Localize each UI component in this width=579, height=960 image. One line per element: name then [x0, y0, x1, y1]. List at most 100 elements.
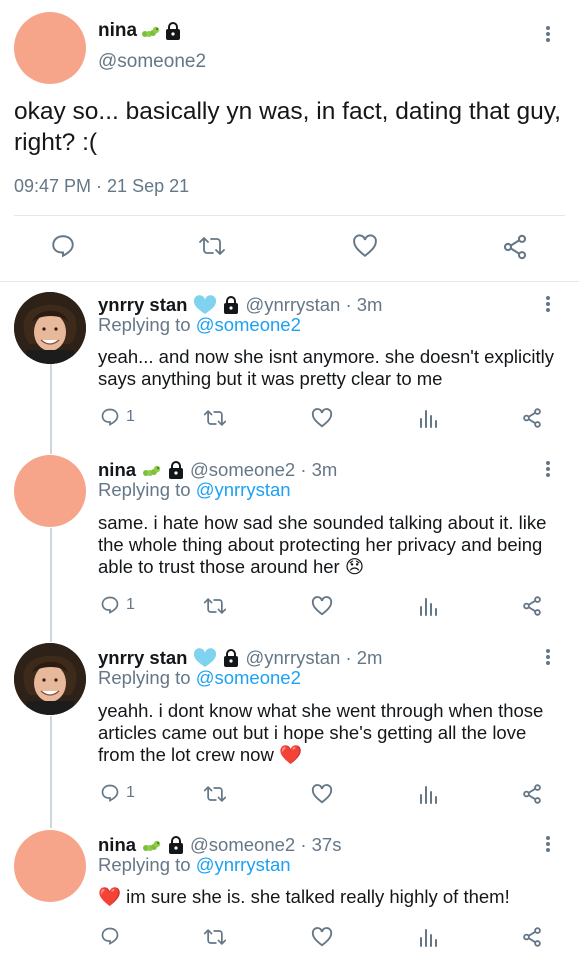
like-button[interactable] [311, 407, 333, 429]
like-button[interactable] [311, 595, 333, 617]
more-icon[interactable] [543, 459, 553, 481]
replying-to-link[interactable]: @someone2 [196, 314, 301, 335]
analytics-icon [420, 410, 437, 428]
avatar[interactable] [14, 292, 86, 364]
reply-button[interactable] [100, 926, 120, 946]
caterpillar-emoji [142, 26, 160, 37]
lock-icon [224, 649, 239, 667]
replying-to: Replying to @ynrrystan [98, 854, 291, 876]
reply-icon [101, 927, 119, 945]
retweet-icon [203, 410, 227, 426]
profile-photo [14, 292, 86, 364]
avatar[interactable] [14, 455, 86, 527]
share-icon [503, 234, 527, 260]
replying-to-link[interactable]: @someone2 [196, 667, 301, 688]
replying-to: Replying to @someone2 [98, 667, 301, 689]
reply-header: ynrry stan @ynrrystan · 3m [98, 294, 382, 316]
reply-header: nina @someone2 · 3m [98, 459, 337, 481]
retweet-icon [203, 598, 227, 614]
more-icon[interactable] [543, 24, 553, 46]
avatar[interactable] [14, 12, 86, 84]
analytics-button[interactable] [418, 783, 438, 805]
reply-icon [101, 784, 119, 802]
analytics-button[interactable] [418, 926, 438, 948]
reply-button[interactable]: 1 [100, 595, 135, 615]
lock-icon [169, 836, 184, 854]
reply-icon [101, 408, 119, 426]
avatar[interactable] [14, 830, 86, 902]
share-button[interactable] [521, 595, 543, 617]
reply-tweet: nina @someone2 · 37s Replying to @ynrrys… [0, 830, 579, 960]
share-button[interactable] [501, 233, 529, 261]
reply-count: 1 [126, 784, 135, 801]
share-icon [523, 927, 541, 947]
author-name[interactable]: ynrry stan [98, 647, 187, 669]
reply-tweet: ynrry stan @ynrrystan · 3m Replying to @… [0, 290, 579, 440]
tweet-timestamp[interactable]: 09:47 PM · 21 Sep 21 [14, 176, 189, 197]
tweet-text: okay so... basically yn was, in fact, da… [14, 98, 561, 156]
like-icon [311, 596, 333, 616]
like-button[interactable] [311, 926, 333, 948]
author-name[interactable]: nina [98, 834, 136, 856]
share-button[interactable] [521, 407, 543, 429]
author-handle-time[interactable]: @ynrrystan · 3m [245, 294, 382, 316]
like-icon [311, 784, 333, 804]
reply-header: nina @someone2 · 37s [98, 834, 341, 856]
analytics-button[interactable] [418, 595, 438, 617]
reply-text: yeahh. i dont know what she went through… [98, 700, 544, 765]
author-handle-time[interactable]: @someone2 · 3m [190, 459, 337, 481]
share-button[interactable] [521, 926, 543, 948]
author-handle-time[interactable]: @ynrrystan · 2m [245, 647, 382, 669]
replying-to: Replying to @someone2 [98, 314, 301, 336]
retweet-button[interactable] [203, 783, 227, 805]
retweet-button[interactable] [198, 233, 226, 259]
share-icon [523, 408, 541, 428]
more-icon[interactable] [543, 647, 553, 669]
more-icon[interactable] [543, 834, 553, 856]
author-name-row[interactable]: nina [98, 20, 181, 42]
profile-photo [14, 643, 86, 715]
retweet-button[interactable] [203, 926, 227, 948]
share-icon [523, 596, 541, 616]
replying-to-link[interactable]: @ynrrystan [196, 479, 291, 500]
light-blue-heart-emoji [194, 295, 217, 314]
reply-count: 1 [126, 596, 135, 613]
like-button[interactable] [311, 783, 333, 805]
replying-prefix: Replying to [98, 854, 191, 875]
retweet-icon [199, 237, 225, 255]
more-icon[interactable] [543, 294, 553, 316]
author-name[interactable]: ynrry stan [98, 294, 187, 316]
divider [14, 215, 565, 216]
share-button[interactable] [521, 783, 543, 805]
lock-icon [224, 296, 239, 314]
share-icon [523, 784, 541, 804]
reply-button[interactable] [50, 233, 76, 259]
author-handle-time[interactable]: @someone2 · 37s [190, 834, 341, 856]
like-button[interactable] [351, 233, 379, 259]
retweet-button[interactable] [203, 407, 227, 429]
author-name[interactable]: nina [98, 459, 136, 481]
like-icon [353, 234, 377, 257]
reply-icon [52, 235, 74, 258]
lock-icon [169, 461, 184, 479]
light-blue-heart-emoji [194, 648, 217, 667]
replying-prefix: Replying to [98, 479, 191, 500]
author-name[interactable]: nina [98, 20, 137, 42]
analytics-button[interactable] [418, 407, 438, 429]
replying-prefix: Replying to [98, 314, 191, 335]
replying-prefix: Replying to [98, 667, 191, 688]
like-icon [311, 927, 333, 947]
caterpillar-emoji [143, 465, 161, 476]
analytics-icon [420, 786, 437, 804]
retweet-button[interactable] [203, 595, 227, 617]
author-handle[interactable]: @someone2 [98, 51, 206, 73]
reply-icon [101, 596, 119, 614]
reply-button[interactable]: 1 [100, 783, 135, 803]
reply-header: ynrry stan @ynrrystan · 2m [98, 647, 382, 669]
reply-text: same. i hate how sad she sounded talking… [98, 512, 547, 577]
reply-button[interactable]: 1 [100, 407, 135, 427]
avatar[interactable] [14, 643, 86, 715]
replying-to-link[interactable]: @ynrrystan [196, 854, 291, 875]
main-tweet: nina @someone2 okay so... basically yn w… [0, 0, 579, 282]
retweet-icon [203, 786, 227, 802]
